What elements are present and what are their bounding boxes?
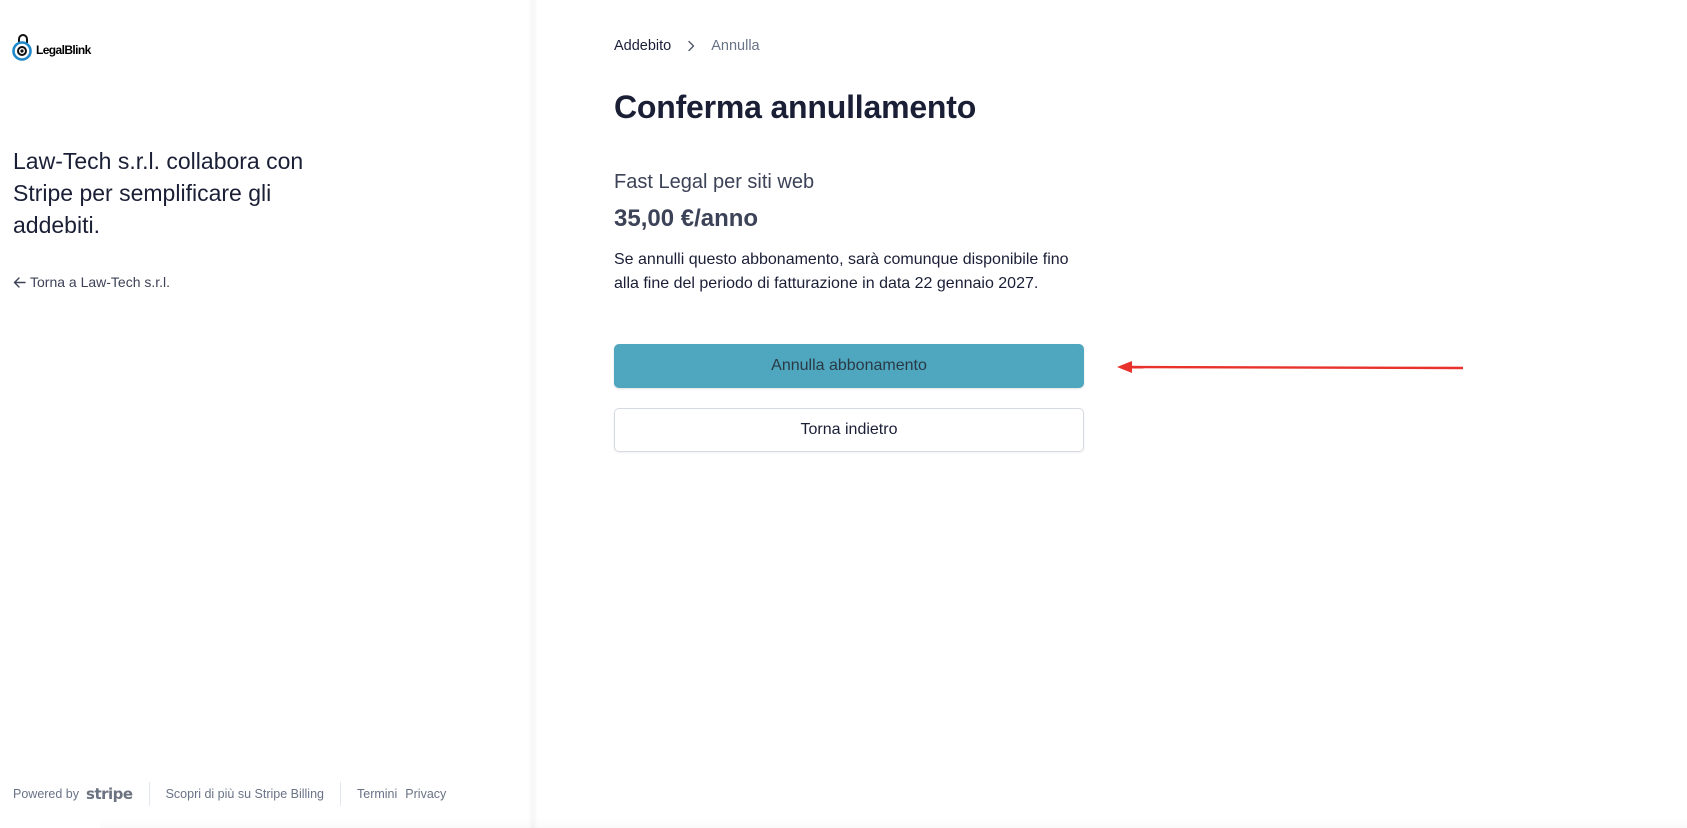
powered-by-label: Powered by: [13, 787, 80, 801]
merchant-logo[interactable]: LegalBlink: [12, 32, 91, 62]
cancellation-description: Se annulli questo abbonamento, sarà comu…: [614, 251, 1069, 292]
product-price: 35,00 €/anno: [614, 205, 759, 232]
legal-links: Termini Privacy: [341, 787, 446, 801]
page: LegalBlink Law-Tech s.r.l. collabora con…: [0, 0, 1687, 828]
arrow-left-icon: [13, 276, 26, 288]
stripe-logo: stripe: [86, 785, 133, 803]
product-name: Fast Legal per siti web: [614, 171, 815, 193]
terms-link[interactable]: Termini: [357, 787, 397, 801]
left-panel: LegalBlink Law-Tech s.r.l. collabora con…: [0, 0, 532, 828]
page-title: Conferma annullamento: [614, 89, 977, 125]
powered-by-stripe[interactable]: Powered by stripe: [13, 785, 149, 803]
right-panel: Addebito Annulla Conferma annullamento F…: [538, 0, 1687, 828]
privacy-link[interactable]: Privacy: [405, 787, 446, 801]
breadcrumb-billing[interactable]: Addebito: [614, 38, 671, 54]
bottom-shadow: [100, 818, 1687, 828]
merchant-description: Law-Tech s.r.l. collabora con Stripe per…: [13, 148, 304, 238]
panel-divider: [528, 0, 538, 828]
footer: Powered by stripe Scopri di più su Strip…: [13, 781, 446, 807]
stripe-billing-link[interactable]: Scopri di più su Stripe Billing: [150, 787, 340, 801]
chevron-right-icon: [688, 40, 695, 52]
legalblink-logo-icon: [12, 34, 32, 61]
breadcrumb-cancel: Annulla: [711, 38, 760, 54]
go-back-button[interactable]: Torna indietro: [614, 408, 1084, 452]
back-to-merchant-link[interactable]: Torna a Law-Tech s.r.l.: [13, 274, 170, 290]
annotation-arrow-icon: [1117, 361, 1464, 373]
breadcrumb: Addebito Annulla: [614, 38, 760, 54]
back-link-label: Torna a Law-Tech s.r.l.: [30, 274, 171, 290]
logo-text: LegalBlink: [36, 43, 91, 57]
cancel-subscription-button[interactable]: Annulla abbonamento: [614, 344, 1084, 388]
